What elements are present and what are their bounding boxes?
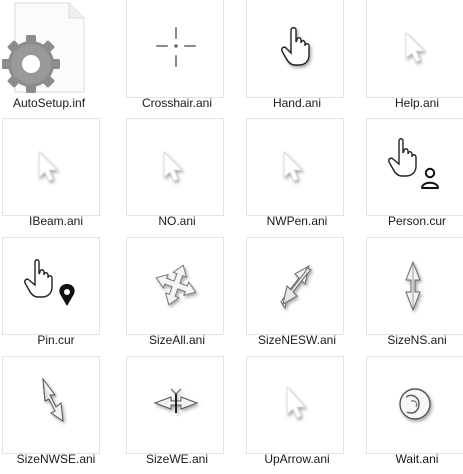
thumbnail	[2, 356, 100, 454]
sizens-cursor-icon	[405, 260, 421, 312]
file-name: IBeam.ani	[28, 214, 84, 228]
inf-settings-file-icon	[2, 2, 85, 93]
file-name: Person.cur	[387, 214, 447, 228]
thumbnail	[366, 118, 463, 216]
file-item[interactable]: Crosshair.ani	[121, 0, 233, 118]
file-name: SizeNS.ani	[387, 333, 447, 347]
thumbnail	[126, 0, 224, 98]
file-item[interactable]: IBeam.ani	[0, 118, 112, 236]
uparrow-cursor-icon	[286, 385, 307, 419]
thumbnail	[126, 356, 224, 454]
pin-cursor-icon	[24, 259, 75, 306]
file-name: AutoSetup.inf	[12, 96, 86, 110]
thumbnail	[246, 0, 344, 98]
thumbnail	[126, 237, 224, 335]
thumbnail	[366, 0, 463, 98]
file-name: Crosshair.ani	[141, 96, 213, 110]
thumbnail	[366, 237, 463, 335]
file-name: NWPen.ani	[266, 214, 328, 228]
file-item[interactable]: NO.ani	[121, 118, 233, 236]
thumbnail	[246, 356, 344, 454]
file-item[interactable]: Person.cur	[361, 118, 463, 236]
ibeam-cursor-icon	[38, 150, 59, 182]
file-item[interactable]: NWPen.ani	[241, 118, 353, 236]
file-item[interactable]: SizeNWSE.ani	[0, 356, 112, 474]
sizenesw-cursor-icon	[280, 265, 312, 310]
sizewe-cursor-icon	[153, 388, 199, 413]
file-item[interactable]: SizeWE.ani	[121, 356, 233, 474]
sizeall-cursor-icon	[155, 264, 197, 306]
file-name: Wait.ani	[395, 452, 439, 466]
help-cursor-icon	[405, 31, 426, 63]
thumbnail	[2, 237, 100, 335]
file-name: NO.ani	[158, 214, 196, 228]
file-item[interactable]: SizeAll.ani	[121, 237, 233, 355]
file-item[interactable]: SizeNESW.ani	[241, 237, 353, 355]
crosshair-cursor-icon	[156, 27, 196, 67]
file-item[interactable]: Pin.cur	[0, 237, 112, 355]
thumbnail	[126, 118, 224, 216]
nwpen-cursor-icon	[283, 150, 304, 182]
file-name: SizeNESW.ani	[257, 333, 337, 347]
thumbnail	[246, 118, 344, 216]
file-name: UpArrow.ani	[264, 452, 330, 466]
file-item[interactable]: AutoSetup.inf	[0, 0, 105, 118]
file-name: Hand.ani	[272, 96, 322, 110]
file-name: SizeAll.ani	[148, 333, 206, 347]
file-item[interactable]: Help.ani	[361, 0, 463, 118]
file-item[interactable]: UpArrow.ani	[241, 356, 353, 474]
file-item[interactable]: Wait.ani	[361, 356, 463, 474]
file-name: SizeWE.ani	[145, 452, 209, 466]
file-item[interactable]: Hand.ani	[241, 0, 353, 118]
file-item[interactable]: SizeNS.ani	[361, 237, 463, 355]
wait-cursor-icon	[399, 388, 431, 420]
file-name: SizeNWSE.ani	[16, 452, 96, 466]
hand-cursor-icon	[281, 27, 310, 66]
sizenwse-cursor-icon	[42, 377, 64, 423]
person-cursor-icon	[388, 138, 439, 189]
no-cursor-icon	[163, 150, 184, 182]
thumbnail	[246, 237, 344, 335]
file-name: Help.ani	[394, 96, 440, 110]
thumbnail	[2, 118, 100, 216]
file-name: Pin.cur	[37, 333, 75, 347]
thumbnail	[366, 356, 463, 454]
